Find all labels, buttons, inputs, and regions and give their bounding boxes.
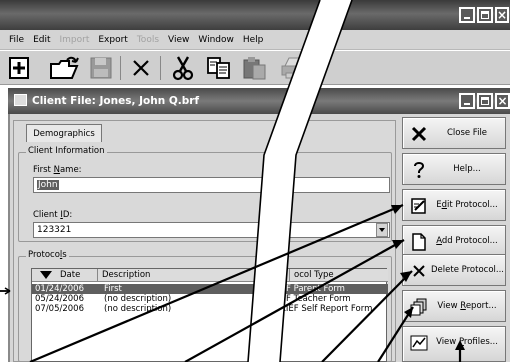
protocols-list[interactable]: Date Description ocol Type 01/24/2006 Fi… bbox=[31, 268, 388, 362]
paste-icon bbox=[243, 57, 266, 80]
paste-button[interactable] bbox=[242, 55, 268, 81]
column-header-type[interactable]: ocol Type bbox=[290, 269, 388, 282]
app-titlebar[interactable]: × bbox=[0, 0, 510, 30]
client-file-titlebar[interactable]: Client File: Jones, John Q.brf × bbox=[8, 88, 510, 114]
report-pages-icon bbox=[410, 298, 428, 316]
tab-demographics[interactable]: Demographics bbox=[26, 124, 102, 142]
delete-button[interactable] bbox=[128, 55, 154, 81]
client-information-legend: Client Information bbox=[26, 146, 107, 156]
first-name-label: First Name: bbox=[33, 165, 82, 175]
sort-arrow-icon bbox=[40, 271, 52, 279]
client-id-label: Client ID: bbox=[33, 210, 73, 220]
child-maximize-button[interactable] bbox=[477, 93, 493, 109]
protocol-row[interactable]: 07/05/2006 (no description) RIEF Self Re… bbox=[32, 304, 388, 314]
print-icon bbox=[281, 57, 305, 79]
help-question-icon bbox=[410, 161, 428, 179]
cut-button[interactable] bbox=[170, 55, 196, 81]
new-page-icon bbox=[410, 233, 428, 251]
client-id-field[interactable]: 123321 bbox=[33, 222, 390, 238]
toolbar bbox=[0, 51, 510, 85]
save-disk-icon bbox=[90, 57, 112, 79]
copy-icon bbox=[207, 57, 230, 79]
protocol-row[interactable]: 01/24/2006 First F Parent Form bbox=[32, 284, 388, 294]
delete-x-icon bbox=[410, 262, 428, 280]
help-button[interactable]: Help... bbox=[402, 153, 506, 185]
close-file-button[interactable]: Close File bbox=[402, 117, 506, 149]
open-folder-icon bbox=[50, 56, 79, 79]
profile-chart-icon bbox=[410, 334, 428, 352]
maximize-button[interactable] bbox=[477, 7, 493, 23]
menu-import[interactable]: Import bbox=[60, 35, 90, 45]
menu-file[interactable]: File bbox=[9, 35, 24, 45]
child-minimize-button[interactable] bbox=[459, 93, 475, 109]
protocols-legend: Protocols bbox=[26, 250, 69, 260]
print-button[interactable] bbox=[280, 55, 306, 81]
add-protocol-button[interactable]: Add Protocol... bbox=[402, 225, 506, 257]
client-id-value: 123321 bbox=[37, 225, 72, 235]
client-id-dropdown-button[interactable] bbox=[376, 223, 388, 237]
edit-document-icon bbox=[410, 197, 428, 215]
menu-help[interactable]: Help bbox=[243, 35, 264, 45]
new-button[interactable] bbox=[6, 55, 32, 81]
document-icon bbox=[14, 94, 27, 106]
child-close-button[interactable]: × bbox=[495, 93, 510, 109]
menu-bar: File Edit Import Export Tools View Windo… bbox=[0, 30, 510, 50]
new-document-icon bbox=[9, 57, 29, 79]
save-button[interactable] bbox=[88, 55, 114, 81]
copy-button[interactable] bbox=[206, 55, 232, 81]
delete-protocol-button[interactable]: Delete Protocol... bbox=[402, 254, 506, 286]
view-profiles-button[interactable]: View Profiles... bbox=[402, 326, 506, 362]
first-name-field[interactable]: John bbox=[33, 177, 390, 193]
protocol-row[interactable]: 05/24/2006 (no description) F Teacher Fo… bbox=[32, 294, 388, 304]
menu-edit[interactable]: Edit bbox=[33, 35, 50, 45]
minimize-button[interactable] bbox=[459, 7, 475, 23]
edit-protocol-button[interactable]: Edit Protocol... bbox=[402, 189, 506, 221]
column-header-date[interactable]: Date bbox=[32, 269, 98, 282]
column-header-description[interactable]: Description bbox=[98, 269, 290, 282]
open-button[interactable] bbox=[48, 55, 80, 81]
close-window-button[interactable]: × bbox=[495, 7, 509, 23]
view-report-button[interactable]: View Report... bbox=[402, 290, 506, 322]
delete-x-icon bbox=[133, 60, 149, 76]
menu-window[interactable]: Window bbox=[198, 35, 234, 45]
first-name-value: John bbox=[37, 180, 59, 190]
menu-export[interactable]: Export bbox=[98, 35, 127, 45]
close-x-icon bbox=[410, 125, 428, 143]
cut-scissors-icon bbox=[172, 56, 194, 81]
window-title: Client File: Jones, John Q.brf bbox=[32, 95, 200, 107]
menu-tools[interactable]: Tools bbox=[137, 35, 159, 45]
menu-view[interactable]: View bbox=[168, 35, 189, 45]
